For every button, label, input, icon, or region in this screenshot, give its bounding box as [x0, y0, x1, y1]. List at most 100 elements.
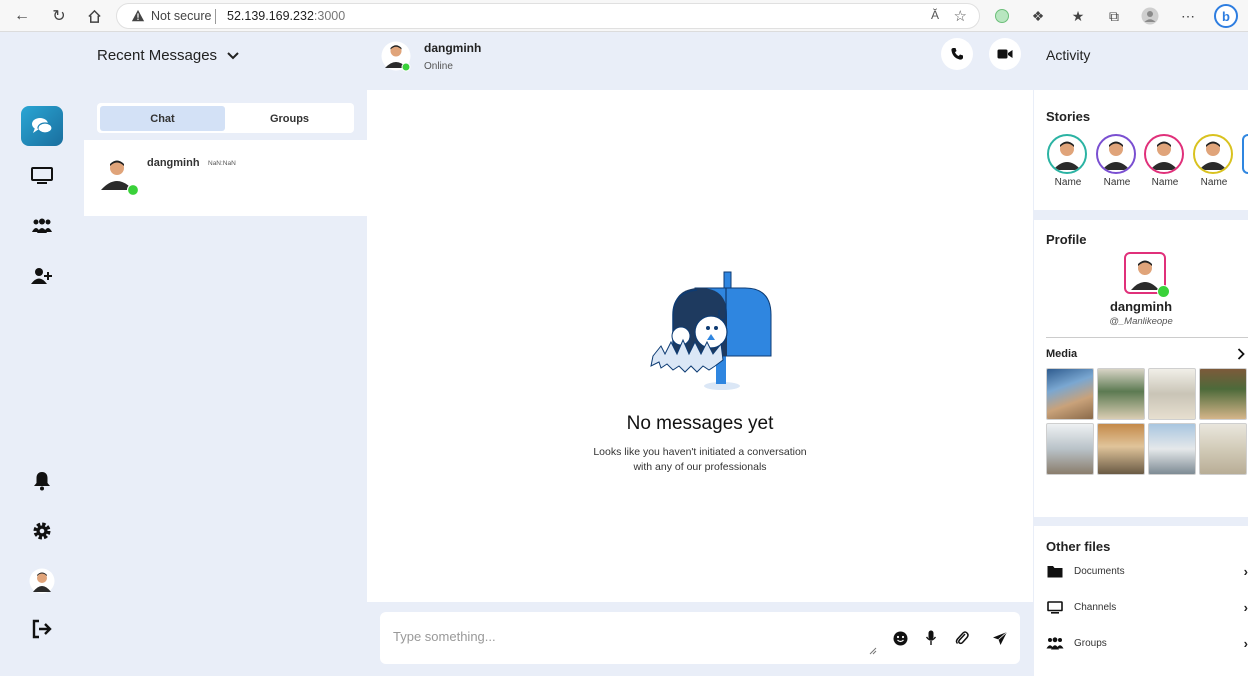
story-label: Name	[1200, 177, 1228, 188]
more-icon[interactable]: ⋯	[1178, 6, 1198, 26]
story-avatar	[1144, 134, 1184, 174]
media-thumbnail[interactable]	[1148, 368, 1196, 420]
story-item[interactable]: Name	[1193, 134, 1235, 188]
bing-icon[interactable]: b	[1214, 4, 1238, 28]
avatar	[29, 568, 55, 594]
chat-contact-status: Online	[424, 61, 453, 72]
chat-header-avatar	[381, 41, 411, 72]
stories-card: Stories Name Name Name Name	[1034, 90, 1248, 210]
chevron-right-icon[interactable]	[1237, 348, 1245, 360]
video-call-button[interactable]	[989, 38, 1021, 70]
tab-chat[interactable]: Chat	[100, 106, 225, 131]
conversation-item[interactable]: dangminh NaN:NaN	[84, 140, 367, 216]
story-avatar	[1193, 134, 1233, 174]
online-indicator	[1157, 285, 1170, 298]
conversation-time: NaN:NaN	[208, 160, 236, 167]
chevron-down-icon	[227, 51, 239, 59]
attach-button[interactable]	[953, 629, 971, 647]
add-user-icon	[31, 268, 52, 284]
send-icon	[993, 631, 1008, 645]
bell-icon	[34, 472, 50, 491]
back-icon[interactable]: ←	[12, 6, 32, 26]
media-thumbnail[interactable]	[1046, 423, 1094, 475]
media-thumbnail[interactable]	[1046, 368, 1094, 420]
activity-title: Activity	[1046, 47, 1091, 63]
home-icon[interactable]	[84, 6, 104, 26]
story-item[interactable]: Name	[1144, 134, 1186, 188]
logout-icon	[32, 619, 52, 639]
resize-handle-icon[interactable]	[869, 647, 877, 655]
puzzle-icon[interactable]: ❖	[1028, 6, 1048, 26]
paperclip-icon	[955, 631, 969, 645]
monitor-icon	[31, 167, 53, 184]
story-label: Name	[1151, 177, 1179, 188]
user-avatar-nav[interactable]	[21, 561, 63, 601]
profile-icon[interactable]	[1140, 6, 1160, 26]
profile-avatar[interactable]	[1124, 252, 1170, 298]
phone-icon	[951, 48, 963, 60]
read-aloud-icon[interactable]: Ă	[931, 8, 939, 22]
messaging-app: Recent Messages Chat Groups dangminh NaN…	[0, 32, 1248, 676]
story-item[interactable]: Name	[1047, 134, 1089, 188]
channels-nav-button[interactable]	[21, 156, 63, 196]
story-avatar	[1047, 134, 1087, 174]
logout-nav-button[interactable]	[21, 609, 63, 649]
collections-icon[interactable]: ⧉	[1104, 6, 1124, 26]
emoji-button[interactable]	[891, 629, 909, 647]
other-files-card: Other files Documents › Channels › Group…	[1034, 526, 1248, 676]
file-row-channels[interactable]: Channels ›	[1046, 597, 1248, 617]
voice-message-button[interactable]	[922, 629, 940, 647]
message-composer[interactable]: Type something...	[380, 612, 1020, 664]
settings-nav-button[interactable]	[21, 511, 63, 551]
favorites-icon[interactable]: ★	[1068, 6, 1088, 26]
add-contact-nav-button[interactable]	[21, 256, 63, 296]
divider	[1046, 337, 1248, 338]
file-row-documents[interactable]: Documents ›	[1046, 561, 1248, 581]
extension-icon[interactable]	[992, 6, 1012, 26]
browser-toolbar: ← ↻ Not secure 52.139.169.232:3000 Ă ☆ …	[0, 0, 1248, 32]
story-item[interactable]: Name	[1096, 134, 1138, 188]
chevron-right-icon: ›	[1243, 599, 1248, 615]
chat-type-switch: Chat Groups	[97, 103, 354, 133]
tab-groups[interactable]: Groups	[228, 106, 351, 131]
story-label: Name	[1054, 177, 1082, 188]
chat-thread: No messages yet Looks like you haven't i…	[367, 90, 1033, 602]
story-label: Name	[1103, 177, 1131, 188]
favorite-icon[interactable]: ☆	[954, 7, 967, 25]
media-thumbnail[interactable]	[1199, 423, 1247, 475]
not-secure-label: Not secure	[151, 9, 212, 23]
file-row-label: Groups	[1074, 637, 1107, 649]
groups-nav-button[interactable]	[21, 206, 63, 246]
users-icon	[32, 218, 52, 233]
chevron-right-icon: ›	[1243, 635, 1248, 651]
send-button[interactable]	[991, 629, 1009, 647]
refresh-icon[interactable]: ↻	[49, 6, 69, 26]
folder-icon	[1046, 564, 1064, 578]
chat-contact-name: dangminh	[424, 41, 482, 55]
media-thumbnail[interactable]	[1097, 423, 1145, 475]
monitor-icon	[1046, 600, 1064, 614]
messages-nav-button[interactable]	[21, 106, 63, 146]
video-icon	[997, 49, 1013, 59]
stories-title: Stories	[1046, 109, 1091, 124]
media-thumbnail[interactable]	[1199, 368, 1247, 420]
story-item-partial[interactable]	[1242, 134, 1248, 174]
empty-state-subtitle: Looks like you haven't initiated a conve…	[593, 446, 807, 473]
recent-messages-dropdown[interactable]: Recent Messages	[97, 47, 239, 64]
message-input[interactable]: Type something...	[393, 629, 496, 644]
voice-call-button[interactable]	[941, 38, 973, 70]
address-bar[interactable]: Not secure 52.139.169.232:3000 Ă ☆	[116, 3, 980, 29]
profile-title: Profile	[1046, 232, 1087, 247]
notifications-nav-button[interactable]	[21, 461, 63, 501]
warning-icon	[131, 9, 145, 22]
recent-messages-title: Recent Messages	[97, 47, 218, 64]
conversation-name: dangminh	[147, 157, 200, 169]
file-row-label: Channels	[1074, 601, 1117, 613]
media-thumbnail[interactable]	[1097, 368, 1145, 420]
media-thumbnail[interactable]	[1148, 423, 1196, 475]
chat-bubbles-icon	[32, 118, 53, 134]
file-row-groups[interactable]: Groups ›	[1046, 633, 1248, 653]
avatar	[101, 160, 140, 197]
gear-icon	[33, 522, 51, 540]
other-files-title: Other files	[1046, 539, 1111, 554]
